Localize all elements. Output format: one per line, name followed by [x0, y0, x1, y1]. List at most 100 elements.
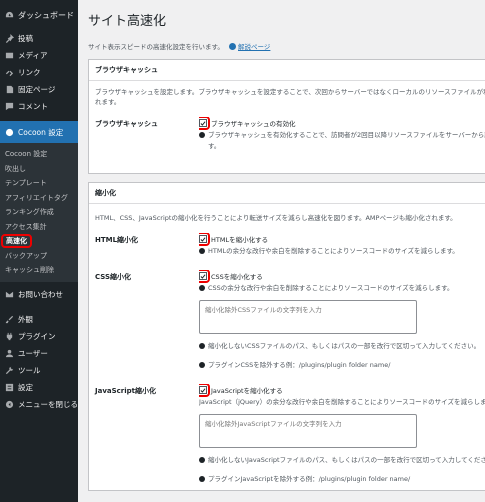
cocoon-icon: [4, 127, 14, 137]
info-icon: [199, 285, 205, 291]
js-exclude-textarea[interactable]: [199, 414, 417, 448]
browser-cache-checkbox[interactable]: [199, 119, 207, 127]
menu-cocoon-label: Cocoon 設定: [18, 127, 64, 137]
minify-heading: 縮小化: [89, 183, 485, 204]
page-description: サイト表示スピードの高速化設定を行います。 解説ページ: [88, 41, 485, 51]
minify-intro: HTML、CSS、JavaScriptの縮小化を行うことにより転送サイズを減らし…: [95, 214, 457, 222]
page-description-text: サイト表示スピードの高速化設定を行います。: [88, 43, 224, 51]
menu-tools-label: ツール: [18, 365, 41, 375]
js-exclude-note: 縮小化しないJavaScriptファイルのパス、もしくはパスの一部を改行で区切っ…: [208, 456, 485, 464]
browser-cache-intro-cont: れます。: [95, 98, 121, 106]
info-icon: [199, 248, 205, 254]
submenu-balloons[interactable]: 吹出し: [0, 162, 78, 177]
menu-comments[interactable]: コメント: [0, 98, 78, 115]
menu-contact-label: お問い合わせ: [18, 289, 63, 299]
browser-cache-checkbox-row[interactable]: ブラウザキャッシュの有効化: [199, 117, 485, 130]
menu-tools[interactable]: ツール: [0, 362, 78, 379]
menu-appearance[interactable]: 外観: [0, 311, 78, 328]
css-minify-checkbox-label: CSSを縮小化する: [211, 273, 263, 281]
js-minify-label: JavaScript縮小化: [95, 387, 157, 395]
help-link[interactable]: 解説ページ: [228, 43, 271, 51]
browser-cache-intro: ブラウザキャッシュを設定します。ブラウザキャッシュを設定することで、次回からサー…: [95, 88, 485, 96]
admin-sidebar: ダッシュボード 投稿 メディア リンク 固定ページ コメント Cocoon 設定…: [0, 0, 78, 502]
submenu-cocoon-settings[interactable]: Cocoon 設定: [0, 147, 78, 162]
menu-pages-label: 固定ページ: [18, 85, 56, 94]
browser-cache-note-cont: す。: [208, 142, 221, 150]
menu-settings[interactable]: 設定: [0, 379, 78, 396]
browser-cache-note: ブラウザキャッシュを有効化することで、訪問者が2回目以降リソースファイルをサーバ…: [208, 131, 485, 139]
menu-collapse[interactable]: メニューを閉じる: [0, 396, 78, 413]
menu-media[interactable]: メディア: [0, 47, 78, 64]
js-minify-checkbox-highlight: [199, 384, 210, 397]
info-icon: [199, 476, 205, 482]
menu-pages[interactable]: 固定ページ: [0, 81, 78, 98]
submenu-speed-up[interactable]: 高速化: [0, 234, 78, 249]
brush-icon: [4, 314, 14, 324]
info-icon: [199, 457, 205, 463]
help-icon: [228, 43, 236, 50]
menu-links-label: リンク: [18, 68, 41, 77]
page-icon: [4, 85, 14, 95]
menu-settings-label: 設定: [18, 382, 33, 392]
user-icon: [4, 348, 14, 358]
menu-media-label: メディア: [18, 51, 48, 60]
menu-posts-label: 投稿: [18, 34, 33, 43]
info-icon: [199, 343, 205, 349]
browser-cache-label: ブラウザキャッシュ: [95, 120, 158, 128]
cocoon-submenu: Cocoon 設定 吹出し テンプレート アフィリエイトタグ ランキング作成 ア…: [0, 143, 78, 282]
menu-dashboard-label: ダッシュボード: [18, 10, 74, 20]
submenu-ranking[interactable]: ランキング作成: [0, 205, 78, 220]
browser-cache-checkbox-label: ブラウザキャッシュの有効化: [211, 120, 296, 128]
css-minify-checkbox[interactable]: [199, 272, 207, 280]
css-minify-note: CSSの余分な改行や余白を削除することによりソースコードのサイズを減らします。: [208, 284, 454, 292]
submenu-access-stats[interactable]: アクセス集計: [0, 220, 78, 235]
html-minify-checkbox-label: HTMLを縮小化する: [211, 236, 269, 244]
menu-appearance-label: 外観: [18, 314, 33, 324]
html-minify-checkbox-highlight: [199, 233, 210, 246]
mail-icon: [4, 289, 14, 299]
menu-separator: [0, 303, 78, 311]
menu-contact[interactable]: お問い合わせ: [0, 286, 78, 303]
css-exclude-note: 縮小化しないCSSファイルのパス、もしくはパスの一部を改行で区切って入力してくだ…: [208, 342, 481, 350]
css-plugin-note: プラグインCSSを除外する例：/plugins/plugin folder na…: [208, 361, 391, 369]
wrench-icon: [4, 365, 14, 375]
menu-posts[interactable]: 投稿: [0, 30, 78, 47]
menu-dashboard[interactable]: ダッシュボード: [0, 0, 78, 30]
css-minify-label: CSS縮小化: [95, 273, 132, 281]
submenu-affiliate-tags[interactable]: アフィリエイトタグ: [0, 191, 78, 206]
info-icon: [199, 132, 205, 138]
css-minify-checkbox-row[interactable]: CSSを縮小化する: [199, 270, 485, 283]
menu-plugins[interactable]: プラグイン: [0, 328, 78, 345]
menu-cocoon-settings[interactable]: Cocoon 設定: [0, 121, 78, 143]
html-minify-note: HTMLの余分な改行や余白を削除することによりソースコードのサイズを減らします。: [208, 247, 459, 255]
main-content: サイト高速化 サイト表示スピードの高速化設定を行います。 解説ページ ブラウザキ…: [78, 0, 485, 502]
help-link-label: 解説ページ: [238, 43, 271, 51]
html-minify-checkbox[interactable]: [199, 235, 207, 243]
collapse-icon: [4, 399, 14, 409]
media-icon: [4, 51, 14, 61]
menu-links[interactable]: リンク: [0, 64, 78, 81]
info-icon: [199, 362, 205, 368]
css-exclude-textarea[interactable]: [199, 300, 417, 334]
js-plugin-note: プラグインJavaScriptを除外する例：/plugins/plugin fo…: [208, 475, 411, 483]
browser-cache-panel: ブラウザキャッシュ ブラウザキャッシュを設定します。ブラウザキャッシュを設定する…: [88, 59, 485, 174]
page-title: サイト高速化: [88, 14, 167, 29]
submenu-speed-up-label: 高速化: [1, 234, 32, 249]
submenu-cache-clear[interactable]: キャッシュ削除: [0, 263, 78, 278]
pin-icon: [4, 34, 14, 44]
submenu-backup[interactable]: バックアップ: [0, 249, 78, 264]
comment-icon: [4, 102, 14, 112]
menu-users[interactable]: ユーザー: [0, 345, 78, 362]
html-minify-checkbox-row[interactable]: HTMLを縮小化する: [199, 233, 485, 246]
menu-comments-label: コメント: [18, 102, 48, 111]
menu-users-label: ユーザー: [18, 348, 48, 358]
menu-collapse-label: メニューを閉じる: [18, 399, 78, 409]
dashboard-icon: [4, 10, 14, 20]
css-minify-checkbox-highlight: [199, 270, 210, 283]
plugin-icon: [4, 331, 14, 341]
js-minify-checkbox-row[interactable]: JavaScriptを縮小化する: [199, 384, 485, 397]
browser-cache-heading: ブラウザキャッシュ: [89, 60, 485, 81]
submenu-templates[interactable]: テンプレート: [0, 176, 78, 191]
browser-cache-checkbox-highlight: [199, 117, 210, 130]
js-minify-checkbox[interactable]: [199, 386, 207, 394]
